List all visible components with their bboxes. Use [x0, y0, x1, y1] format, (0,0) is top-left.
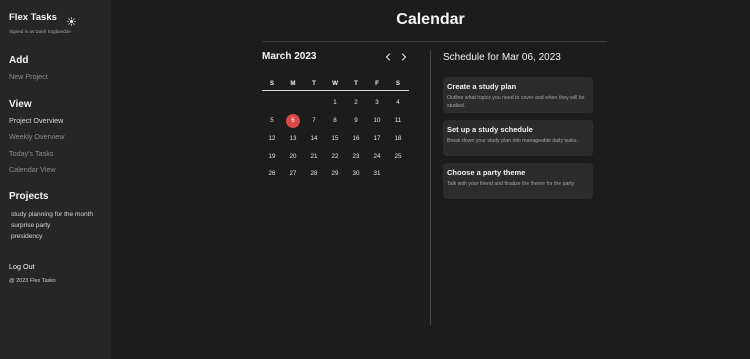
calendar-day[interactable]: 27 — [286, 167, 300, 181]
projects-section-title: Projects — [9, 191, 49, 202]
task-description: Outline what topics you need to cover an… — [447, 95, 585, 109]
calendar-day[interactable]: 16 — [349, 132, 363, 146]
calendar-day[interactable]: 4 — [391, 96, 405, 110]
vertical-divider — [430, 50, 431, 325]
weekday-label: W — [332, 80, 338, 87]
copyright-text: @ 2023 Flex Tasks — [9, 278, 56, 284]
calendar-day[interactable]: 25 — [391, 150, 405, 164]
calendar-day[interactable]: 2 — [349, 96, 363, 110]
brand-title: Flex Tasks — [9, 11, 57, 23]
add-section-title: Add — [9, 55, 29, 66]
task-description: Talk with your friend and finalize the t… — [447, 181, 575, 187]
page-title: Calendar — [396, 11, 465, 28]
schedule-title: Schedule for Mar 06, 2023 — [443, 52, 561, 63]
weekday-label: T — [312, 80, 316, 87]
calendar-day[interactable]: 11 — [391, 114, 405, 128]
calendar-day[interactable]: 22 — [328, 150, 342, 164]
chevron-right-icon[interactable] — [399, 51, 409, 63]
calendar-day[interactable]: 29 — [328, 167, 342, 181]
calendar-day[interactable]: 14 — [307, 132, 321, 146]
calendar-day[interactable]: 20 — [286, 150, 300, 164]
task-description: Break down your study plan into manageab… — [447, 138, 578, 144]
weekday-label: S — [269, 80, 275, 87]
calendar-day[interactable]: 3 — [370, 96, 384, 110]
calendar-day[interactable]: 19 — [265, 150, 279, 164]
project-item[interactable]: study planning for the month — [11, 211, 93, 218]
weekday-divider — [262, 90, 409, 91]
project-item[interactable]: surprise party — [11, 222, 50, 229]
calendar-day[interactable]: 18 — [391, 132, 405, 146]
calendar-day[interactable]: 30 — [349, 167, 363, 181]
sidebar-item-todays-tasks[interactable]: Today's Tasks — [9, 149, 53, 158]
sidebar-item-weekly-overview[interactable]: Weekly Overview — [9, 132, 64, 141]
task-card[interactable]: Create a study plan Outline what topics … — [443, 77, 593, 113]
weekday-label: M — [290, 80, 296, 87]
sun-icon[interactable] — [67, 13, 76, 26]
weekday-label: T — [354, 80, 358, 87]
task-title: Create a study plan — [447, 82, 517, 91]
brand-row: Flex Tasks — [9, 10, 102, 26]
calendar-day[interactable]: 12 — [265, 132, 279, 146]
calendar-day[interactable]: 23 — [349, 150, 363, 164]
calendar-day[interactable]: 31 — [370, 167, 384, 181]
title-divider — [262, 41, 607, 42]
project-item[interactable]: presidency — [11, 233, 42, 240]
calendar-day[interactable]: 28 — [307, 167, 321, 181]
calendar-day[interactable]: 26 — [265, 167, 279, 181]
calendar-month-label: March 2023 — [262, 51, 317, 62]
calendar-day[interactable]: 5 — [265, 114, 279, 128]
calendar-day[interactable]: 24 — [370, 150, 384, 164]
view-section-title: View — [9, 99, 32, 110]
calendar-day[interactable]: 21 — [307, 150, 321, 164]
new-project-link[interactable]: New Project — [9, 72, 48, 81]
weekday-label: S — [395, 80, 401, 87]
calendar-day[interactable]: 7 — [307, 114, 321, 128]
signed-in-text: Signed in as Dash Sogbandze — [9, 29, 71, 34]
calendar-day[interactable]: 1 — [328, 96, 342, 110]
task-title: Choose a party theme — [447, 168, 526, 177]
calendar-day[interactable]: 13 — [286, 132, 300, 146]
calendar-day-selected[interactable]: 6 — [286, 114, 300, 128]
sidebar-item-project-overview[interactable]: Project Overview — [9, 116, 63, 125]
calendar-day[interactable]: 15 — [328, 132, 342, 146]
task-title: Set up a study schedule — [447, 125, 533, 134]
calendar-day[interactable]: 10 — [370, 114, 384, 128]
calendar-day[interactable]: 8 — [328, 114, 342, 128]
sidebar: Flex Tasks Signed in as Dash Sogbandze — [0, 0, 111, 359]
logout-link[interactable]: Log Out — [9, 262, 35, 271]
calendar-day[interactable]: 9 — [349, 114, 363, 128]
task-card[interactable]: Set up a study schedule Break down your … — [443, 120, 593, 156]
chevron-left-icon[interactable] — [383, 51, 393, 63]
weekday-label: F — [375, 80, 379, 87]
task-card[interactable]: Choose a party theme Talk with your frie… — [443, 163, 593, 199]
sidebar-item-calendar-view[interactable]: Calendar View — [9, 165, 56, 174]
calendar-day[interactable]: 17 — [370, 132, 384, 146]
